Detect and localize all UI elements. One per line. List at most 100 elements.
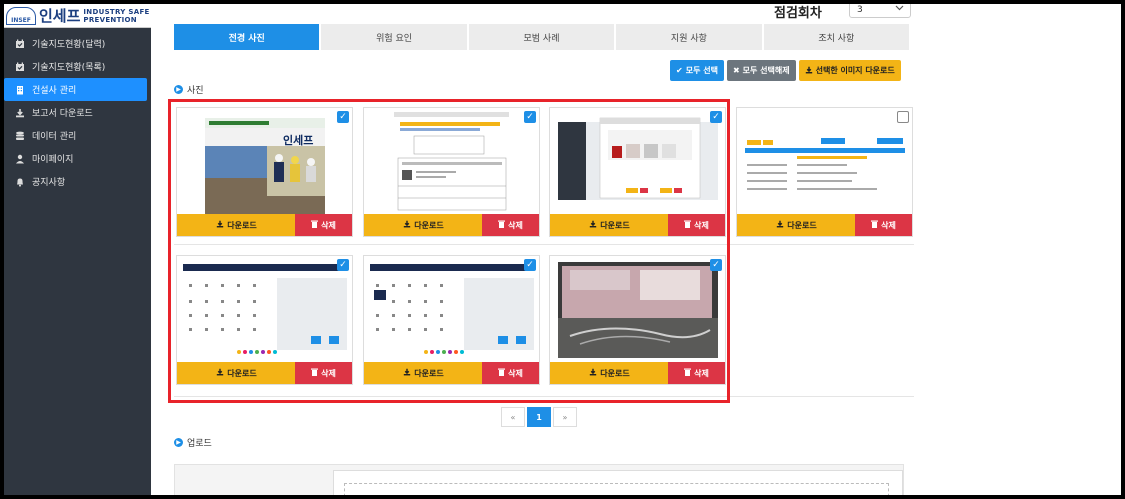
photo-card[interactable]: ✓ 다운로드 삭제 [363, 255, 540, 385]
photo-thumbnail[interactable] [364, 256, 539, 362]
download-button[interactable]: 다운로드 [177, 362, 296, 384]
sidebar-item-notice[interactable]: 공지사항 [4, 170, 151, 193]
download-button[interactable]: 다운로드 [364, 362, 483, 384]
tab-best-practices[interactable]: 모범 사례 [468, 24, 617, 50]
tab-support-items[interactable]: 지원 사항 [616, 24, 764, 50]
delete-button[interactable]: 삭제 [668, 214, 725, 236]
sidebar-item-label: 공지사항 [32, 178, 66, 188]
delete-button[interactable]: 삭제 [855, 214, 912, 236]
deselect-all-label: 모두 선택해제 [742, 66, 790, 75]
sidebar-item-list-status[interactable]: 기술지도현황(목록) [4, 55, 151, 78]
logo-english-line2: PREVENTION [83, 15, 137, 24]
sidebar-item-label: 건설사 관리 [32, 86, 77, 96]
download-label: 다운로드 [227, 220, 257, 230]
database-icon [14, 131, 25, 141]
calendar-check-icon [14, 39, 25, 49]
sidebar-item-label: 기술지도현황(달력) [32, 40, 106, 50]
trash-icon [684, 220, 692, 230]
photo-card[interactable]: 인세프 ✓ 다운로드 삭제 [176, 107, 353, 237]
delete-button[interactable]: 삭제 [668, 362, 725, 384]
delete-label: 삭제 [321, 368, 336, 378]
delete-label: 삭제 [694, 220, 709, 230]
trash-icon [498, 368, 506, 378]
download-label: 다운로드 [414, 368, 444, 378]
bell-icon [14, 177, 25, 187]
sidebar-item-mypage[interactable]: 마이페이지 [4, 147, 151, 170]
building-icon [14, 85, 25, 95]
circle-arrow-icon: ▶ [174, 438, 183, 447]
calendar-check-icon [14, 62, 25, 72]
download-icon [776, 220, 784, 230]
next-page-button[interactable]: » [553, 407, 577, 427]
photo-checkbox[interactable]: ✓ [710, 111, 722, 123]
sidebar-item-label: 기술지도현황(목록) [32, 63, 106, 73]
photo-card[interactable]: ✓ 다운로드 삭제 [363, 107, 540, 237]
photo-checkbox[interactable]: ✓ [337, 111, 349, 123]
photo-thumbnail[interactable] [177, 256, 352, 362]
download-icon [805, 66, 813, 76]
delete-button[interactable]: 삭제 [482, 362, 539, 384]
logo-english-line1: INDUSTRY SAFE [83, 7, 150, 16]
inspection-round-value: 3 [857, 5, 863, 15]
upload-dropzone[interactable] [344, 483, 889, 495]
photo-thumbnail[interactable] [364, 108, 539, 214]
sidebar-item-calendar-status[interactable]: 기술지도현황(달력) [4, 32, 151, 55]
download-icon [589, 368, 597, 378]
bulk-actions: ✔ 모두 선택 ✖ 모두 선택해제 선택한 이미지 다운로드 [670, 60, 901, 81]
download-selected-label: 선택한 이미지 다운로드 [815, 66, 895, 75]
check-icon: ✔ [676, 66, 683, 75]
photo-checkbox[interactable]: ✓ [710, 259, 722, 271]
sidebar-item-construction-management[interactable]: 건설사 관리 [4, 78, 147, 101]
delete-button[interactable]: 삭제 [295, 362, 352, 384]
photo-thumbnail[interactable] [550, 256, 725, 362]
close-icon: ✖ [732, 66, 740, 75]
photo-thumbnail[interactable] [737, 108, 912, 214]
sidebar-item-label: 마이페이지 [32, 155, 74, 165]
photo-checkbox[interactable] [897, 111, 909, 123]
download-label: 다운로드 [600, 220, 630, 230]
tab-action-items[interactable]: 조치 사항 [763, 24, 912, 50]
photo-checkbox[interactable]: ✓ [337, 259, 349, 271]
main-content: 점검회차 3 전경 사진 위험 요인 모범 사례 지원 사항 조치 사항 ✔ 모… [151, 4, 1121, 495]
deselect-all-button[interactable]: ✖ 모두 선택해제 [726, 60, 796, 81]
sidebar-item-data-management[interactable]: 데이터 관리 [4, 124, 151, 147]
sidebar: INSEF 인세프 INDUSTRY SAFE PREVENTION 기술지도현… [4, 4, 151, 495]
photo-card[interactable]: ✓ 다운로드 삭제 [549, 255, 726, 385]
select-all-label: 모두 선택 [685, 66, 718, 75]
photo-card[interactable]: ✓ 다운로드 삭제 [176, 255, 353, 385]
prev-page-button[interactable]: « [501, 407, 525, 427]
upload-section-title: ▶ 업로드 [174, 436, 212, 449]
photo-card[interactable]: 다운로드 삭제 [736, 107, 913, 237]
sidebar-item-label: 보고서 다운로드 [32, 109, 93, 119]
sidebar-menu: 기술지도현황(달력) 기술지도현황(목록) 건설사 관리 보고서 다운로드 데이… [4, 32, 151, 193]
inspection-round-select[interactable]: 3 [849, 4, 911, 18]
photo-thumbnail[interactable]: 인세프 [177, 108, 352, 214]
download-button[interactable]: 다운로드 [550, 214, 669, 236]
tab-risk-factors[interactable]: 위험 요인 [321, 24, 469, 50]
delete-button[interactable]: 삭제 [295, 214, 352, 236]
download-button[interactable]: 다운로드 [550, 362, 669, 384]
download-icon [403, 368, 411, 378]
select-all-button[interactable]: ✔ 모두 선택 [670, 60, 724, 81]
download-label: 다운로드 [787, 220, 817, 230]
download-button[interactable]: 다운로드 [737, 214, 856, 236]
logo-korean-text: 인세프 [39, 7, 81, 25]
download-icon [216, 368, 224, 378]
delete-button[interactable]: 삭제 [482, 214, 539, 236]
download-button[interactable]: 다운로드 [364, 214, 483, 236]
inspection-round-label: 점검회차 [774, 6, 822, 21]
download-button[interactable]: 다운로드 [177, 214, 296, 236]
download-selected-button[interactable]: 선택한 이미지 다운로드 [798, 60, 901, 81]
photo-card[interactable]: ✓ 다운로드 삭제 [549, 107, 726, 237]
circle-arrow-icon: ▶ [174, 85, 183, 94]
photo-checkbox[interactable]: ✓ [524, 259, 536, 271]
photo-checkbox[interactable]: ✓ [524, 111, 536, 123]
photo-thumbnail[interactable] [550, 108, 725, 214]
download-label: 다운로드 [414, 220, 444, 230]
logo[interactable]: INSEF 인세프 INDUSTRY SAFE PREVENTION [4, 4, 151, 28]
photos-section-label: 사진 [187, 86, 204, 96]
trash-icon [871, 220, 879, 230]
page-1-button[interactable]: 1 [527, 407, 551, 427]
tab-site-photos[interactable]: 전경 사진 [174, 24, 322, 50]
sidebar-item-report-download[interactable]: 보고서 다운로드 [4, 101, 151, 124]
